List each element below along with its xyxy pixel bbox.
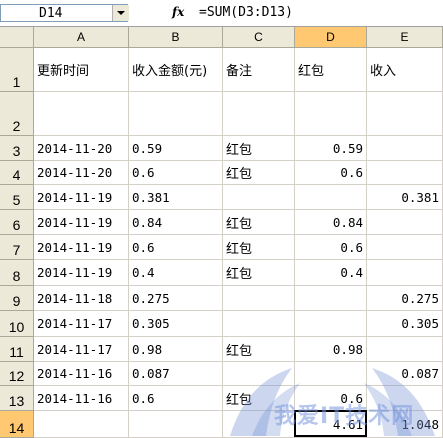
cell-e14[interactable]: 1.048 — [367, 411, 443, 438]
cell-d13[interactable]: 0.6 — [295, 386, 367, 411]
formula-input[interactable]: =SUM(D3:D13) — [199, 4, 293, 22]
cell-d3[interactable]: 0.59 — [295, 136, 367, 161]
cell-c7[interactable]: 红包 — [223, 235, 295, 260]
cell-c11[interactable]: 红包 — [223, 337, 295, 362]
cell-b3[interactable]: 0.59 — [129, 136, 223, 161]
cell-b2[interactable] — [129, 92, 223, 136]
formula-bar: D14 fx =SUM(D3:D13) — [0, 0, 443, 27]
cell-b4[interactable]: 0.6 — [129, 161, 223, 185]
cell-a9[interactable]: 2014-11-18 — [34, 286, 129, 311]
cell-a3[interactable]: 2014-11-20 — [34, 136, 129, 161]
cell-d7[interactable]: 0.6 — [295, 235, 367, 260]
cell-b9[interactable]: 0.275 — [129, 286, 223, 311]
column-header-a[interactable]: A — [34, 27, 129, 48]
cell-c2[interactable] — [223, 92, 295, 136]
cell-a6[interactable]: 2014-11-19 — [34, 210, 129, 235]
cell-e2[interactable] — [367, 92, 443, 136]
select-all-corner[interactable] — [0, 27, 34, 48]
cell-a7[interactable]: 2014-11-19 — [34, 235, 129, 260]
cell-b12[interactable]: 0.087 — [129, 362, 223, 386]
cell-a12[interactable]: 2014-11-16 — [34, 362, 129, 386]
row-header-10[interactable]: 10 — [0, 311, 34, 337]
cell-a11[interactable]: 2014-11-17 — [34, 337, 129, 362]
row-header-13[interactable]: 13 — [0, 386, 34, 411]
cell-a1[interactable]: 更新时间 — [34, 48, 129, 92]
cell-e9[interactable]: 0.275 — [367, 286, 443, 311]
cell-e8[interactable] — [367, 260, 443, 286]
name-box[interactable]: D14 — [0, 4, 129, 22]
column-header-d[interactable]: D — [295, 27, 367, 48]
cell-a13[interactable]: 2014-11-16 — [34, 386, 129, 411]
cell-c1[interactable]: 备注 — [223, 48, 295, 92]
cell-c5[interactable] — [223, 185, 295, 210]
cell-d5[interactable] — [295, 185, 367, 210]
cell-e3[interactable] — [367, 136, 443, 161]
cell-e6[interactable] — [367, 210, 443, 235]
cell-e11[interactable] — [367, 337, 443, 362]
cell-d1[interactable]: 红包 — [295, 48, 367, 92]
cell-b13[interactable]: 0.6 — [129, 386, 223, 411]
cell-d12[interactable] — [295, 362, 367, 386]
cell-e12[interactable]: 0.087 — [367, 362, 443, 386]
cell-c14[interactable] — [223, 411, 295, 438]
cell-a4[interactable]: 2014-11-20 — [34, 161, 129, 185]
cell-e13[interactable] — [367, 386, 443, 411]
cell-d6[interactable]: 0.84 — [295, 210, 367, 235]
row-header-11[interactable]: 11 — [0, 337, 34, 362]
row-header-8[interactable]: 8 — [0, 260, 34, 286]
cell-e4[interactable] — [367, 161, 443, 185]
spreadsheet-window: D14 fx =SUM(D3:D13) ABCDE 1 更新时间 收入金额(元) 备注… — [0, 0, 443, 438]
cell-e7[interactable] — [367, 235, 443, 260]
row-header-7[interactable]: 7 — [0, 235, 34, 260]
row-header-12[interactable]: 12 — [0, 362, 34, 386]
cell-b10[interactable]: 0.305 — [129, 311, 223, 337]
cell-b7[interactable]: 0.6 — [129, 235, 223, 260]
cell-d2[interactable] — [295, 92, 367, 136]
row-header-3[interactable]: 3 — [0, 136, 34, 161]
row-header-6[interactable]: 6 — [0, 210, 34, 235]
cell-d11[interactable]: 0.98 — [295, 337, 367, 362]
cell-d9[interactable] — [295, 286, 367, 311]
cell-a14[interactable] — [34, 411, 129, 438]
cell-a10[interactable]: 2014-11-17 — [34, 311, 129, 337]
cell-e5[interactable]: 0.381 — [367, 185, 443, 210]
cell-c10[interactable] — [223, 311, 295, 337]
column-header-c[interactable]: C — [223, 27, 295, 48]
cell-c8[interactable]: 红包 — [223, 260, 295, 286]
column-header-e[interactable]: E — [367, 27, 443, 48]
cell-e1[interactable]: 收入 — [367, 48, 443, 92]
cell-d8[interactable]: 0.4 — [295, 260, 367, 286]
chevron-down-icon[interactable] — [112, 5, 129, 21]
cell-c4[interactable]: 红包 — [223, 161, 295, 185]
cell-d10[interactable] — [295, 311, 367, 337]
name-box-value[interactable]: D14 — [39, 6, 62, 22]
row-header-4[interactable]: 4 — [0, 161, 34, 185]
cell-b5[interactable]: 0.381 — [129, 185, 223, 210]
row-header-9[interactable]: 9 — [0, 286, 34, 311]
column-header-b[interactable]: B — [129, 27, 223, 48]
cell-c3[interactable]: 红包 — [223, 136, 295, 161]
cell-e10[interactable]: 0.305 — [367, 311, 443, 337]
cell-c12[interactable] — [223, 362, 295, 386]
cell-c13[interactable]: 红包 — [223, 386, 295, 411]
cell-d4[interactable]: 0.6 — [295, 161, 367, 185]
function-icon[interactable]: fx — [172, 5, 184, 19]
row-header-2[interactable]: 2 — [0, 92, 34, 136]
cell-a8[interactable]: 2014-11-19 — [34, 260, 129, 286]
cell-c9[interactable] — [223, 286, 295, 311]
cell-d14[interactable]: 4.61 — [295, 411, 367, 438]
cell-b6[interactable]: 0.84 — [129, 210, 223, 235]
cell-b14[interactable] — [129, 411, 223, 438]
cell-a2[interactable] — [34, 92, 129, 136]
row-header-1[interactable]: 1 — [0, 48, 34, 92]
cell-c6[interactable]: 红包 — [223, 210, 295, 235]
cell-b11[interactable]: 0.98 — [129, 337, 223, 362]
row-header-5[interactable]: 5 — [0, 185, 34, 210]
cell-b8[interactable]: 0.4 — [129, 260, 223, 286]
cell-b1[interactable]: 收入金额(元) — [129, 48, 223, 92]
cell-a5[interactable]: 2014-11-19 — [34, 185, 129, 210]
row-header-14[interactable]: 14 — [0, 411, 34, 438]
